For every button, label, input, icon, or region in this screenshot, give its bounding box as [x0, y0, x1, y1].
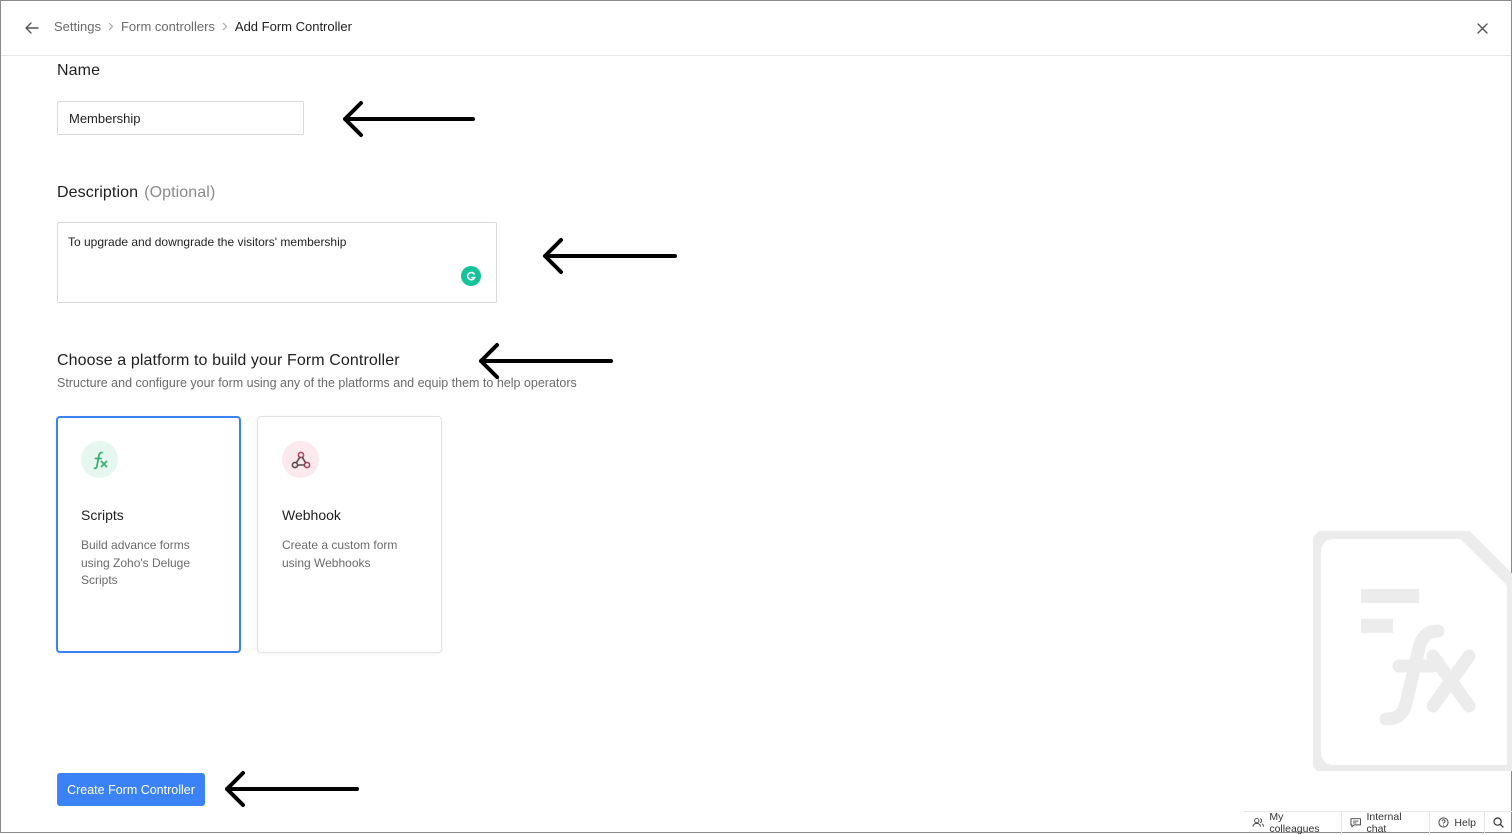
breadcrumb: Settings Form controllers Add Form Contr…: [54, 19, 352, 34]
create-form-controller-button[interactable]: Create Form Controller: [57, 773, 205, 806]
help-button[interactable]: Help: [1429, 812, 1484, 833]
name-input[interactable]: [57, 101, 304, 135]
search-icon: [1493, 817, 1504, 828]
description-label-text: Description: [57, 184, 139, 201]
breadcrumb-current: Add Form Controller: [234, 19, 352, 34]
card-description: Create a custom form using Webhooks: [282, 538, 398, 570]
close-button[interactable]: [1471, 17, 1493, 39]
fx-icon: [81, 441, 118, 478]
chevron-right-icon: [108, 22, 114, 31]
internal-chat-button[interactable]: Internal chat: [1341, 810, 1429, 835]
description-field[interactable]: [57, 222, 497, 303]
platform-section-title: Choose a platform to build your Form Con…: [57, 352, 400, 369]
webhook-icon: [282, 441, 319, 478]
my-colleagues-button[interactable]: My colleagues: [1244, 810, 1341, 835]
help-icon: [1438, 817, 1449, 828]
close-icon: [1476, 22, 1488, 34]
annotation-arrow: [225, 771, 359, 807]
users-icon: [1252, 817, 1264, 827]
chat-icon: [1350, 818, 1362, 828]
app-window: Settings Form controllers Add Form Contr…: [0, 0, 1512, 835]
platform-card-scripts[interactable]: Scripts Build advance forms using Zoho's…: [56, 416, 241, 653]
internal-chat-label: Internal chat: [1366, 810, 1402, 835]
name-label: Name: [57, 62, 101, 79]
optional-hint: (Optional): [144, 184, 216, 201]
breadcrumb-form-controllers[interactable]: Form controllers: [121, 19, 215, 34]
document-fx-watermark-icon: [1313, 531, 1512, 771]
platform-card-webhook[interactable]: Webhook Create a custom form using Webho…: [257, 416, 442, 653]
card-title: Scripts: [81, 507, 124, 523]
card-description: Build advance forms using Zoho's Deluge …: [81, 538, 191, 587]
chevron-right-icon: [222, 22, 228, 31]
card-title: Webhook: [282, 507, 341, 523]
breadcrumb-settings[interactable]: Settings: [54, 19, 101, 34]
my-colleagues-label: My colleagues: [1269, 810, 1320, 835]
annotation-arrow: [543, 238, 677, 274]
annotation-arrow: [479, 343, 613, 379]
back-button[interactable]: [21, 17, 43, 39]
help-label: Help: [1454, 816, 1476, 829]
footer-bar: My colleagues Internal chat Help: [1244, 810, 1512, 835]
description-textarea[interactable]: [68, 235, 468, 285]
grammarly-icon[interactable]: [461, 266, 481, 286]
page-header: Settings Form controllers Add Form Contr…: [1, 1, 1511, 56]
annotation-arrow: [343, 101, 475, 137]
arrow-left-icon: [25, 22, 39, 34]
search-button[interactable]: [1484, 812, 1512, 833]
description-label: Description (Optional): [57, 184, 215, 202]
